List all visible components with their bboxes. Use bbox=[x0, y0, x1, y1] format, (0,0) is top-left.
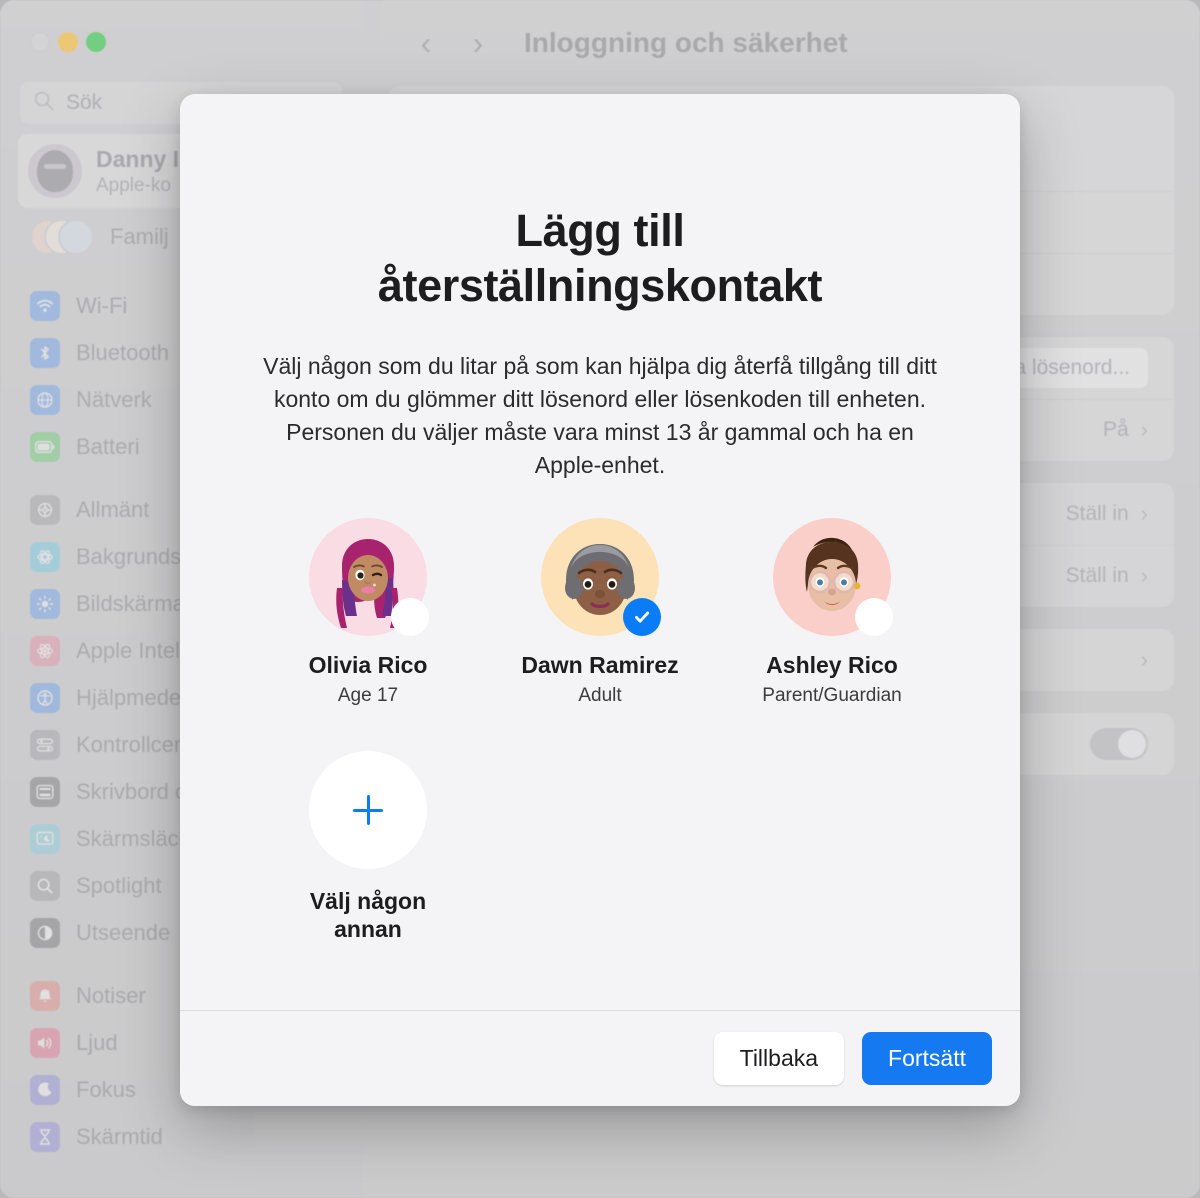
sidebar-item-label: Bildskärma bbox=[76, 590, 185, 616]
sidebar-item-label: Spotlight bbox=[76, 872, 162, 898]
dialog-body: Lägg till återställningskontakt Välj någo… bbox=[180, 94, 1020, 1010]
dialog-description: Välj någon som du litar på som kan hjälp… bbox=[263, 352, 937, 479]
avatar bbox=[28, 144, 82, 198]
recovery-contact-option[interactable]: Dawn Ramirez Adult bbox=[495, 518, 705, 707]
chevron-right-icon: › bbox=[1140, 500, 1148, 526]
family-avatars-icon bbox=[30, 217, 94, 257]
back-button[interactable]: Tillbaka bbox=[713, 1032, 845, 1085]
sidebar-item-label: Kontrollcen bbox=[76, 731, 187, 757]
moon-icon bbox=[30, 1074, 60, 1105]
zoom-window-button[interactable] bbox=[86, 32, 106, 52]
avatar bbox=[773, 518, 893, 637]
account-name: Danny I bbox=[96, 145, 180, 172]
sidebar-item-label: Familj bbox=[110, 224, 169, 249]
chevron-right-icon: › bbox=[1140, 417, 1148, 443]
sidebar-item-label: Skärmsläck bbox=[76, 825, 190, 851]
status-badge: På bbox=[1102, 418, 1129, 442]
minimize-window-button[interactable] bbox=[58, 32, 78, 52]
choose-someone-else-label: Välj någon annan bbox=[309, 888, 427, 943]
sidebar-item-label: Skärmtid bbox=[76, 1123, 163, 1149]
sidebar-item-label: Bakgrundsb bbox=[76, 543, 194, 569]
hourglass-icon bbox=[30, 1121, 60, 1152]
contact-name: Olivia Rico bbox=[308, 652, 428, 679]
recovery-contact-list: Olivia Rico Age 17 Dawn Ramirez Adult As… bbox=[252, 518, 948, 943]
accessibility-icon bbox=[30, 682, 60, 713]
wifi-icon bbox=[30, 290, 60, 321]
unselected-circle-icon[interactable] bbox=[391, 598, 429, 637]
automatic-toggle[interactable] bbox=[1090, 727, 1148, 760]
battery-icon bbox=[30, 431, 60, 462]
sidebar-item-label: Hjälpmedel bbox=[76, 684, 187, 710]
sidebar-item-label: Allmänt bbox=[76, 496, 150, 522]
search-icon bbox=[33, 90, 55, 117]
contact-role: Age 17 bbox=[337, 685, 399, 707]
screensaver-icon bbox=[30, 823, 60, 854]
sidebar-item-label: Skrivbord o bbox=[76, 778, 188, 804]
speaker-icon bbox=[30, 1027, 60, 1058]
avatar bbox=[541, 518, 661, 637]
sidebar-item-label: Wi-Fi bbox=[76, 292, 128, 318]
wallpaper-icon bbox=[30, 541, 60, 572]
plus-icon bbox=[353, 795, 383, 826]
page-title: Inloggning och säkerhet bbox=[524, 27, 848, 58]
display-icon bbox=[30, 588, 60, 619]
chevron-right-icon: › bbox=[1140, 646, 1148, 672]
globe-icon bbox=[30, 384, 60, 415]
dialog-title: Lägg till återställningskontakt bbox=[377, 205, 823, 311]
sidebar-item-label: Apple Intell bbox=[76, 637, 185, 663]
sidebar-item-label: Notiser bbox=[76, 982, 146, 1008]
account-subtitle: Apple-ko bbox=[96, 174, 171, 196]
recovery-contact-option[interactable]: Ashley Rico Parent/Guardian bbox=[727, 518, 937, 707]
sidebar-item-sk-rmtid[interactable]: Skärmtid bbox=[12, 1113, 350, 1160]
add-recovery-contact-dialog: Lägg till återställningskontakt Välj någo… bbox=[180, 94, 1020, 1106]
recovery-contact-option[interactable]: Olivia Rico Age 17 bbox=[263, 518, 473, 707]
sidebar-item-label: Batteri bbox=[76, 433, 140, 459]
contact-name: Ashley Rico bbox=[766, 652, 898, 679]
sidebar-item-label: Utseende bbox=[76, 919, 171, 945]
bluetooth-icon bbox=[30, 337, 60, 368]
chevron-right-icon: › bbox=[1140, 563, 1148, 589]
checkmark-icon[interactable] bbox=[623, 598, 661, 637]
add-contact-circle[interactable] bbox=[309, 751, 427, 870]
row-value: Ställ in bbox=[1065, 564, 1129, 588]
spotlight-icon bbox=[30, 870, 60, 901]
screen-root: Sök Danny I Apple-ko Familj Wi-Fi Bluetoo… bbox=[0, 0, 1200, 1198]
appearance-icon bbox=[30, 917, 60, 948]
close-window-button[interactable] bbox=[30, 32, 50, 52]
window-traffic-lights[interactable] bbox=[12, 0, 350, 74]
gear-icon bbox=[30, 494, 60, 525]
contact-role: Adult bbox=[578, 685, 622, 707]
row-value: Ställ in bbox=[1065, 501, 1129, 525]
bell-icon bbox=[30, 980, 60, 1011]
unselected-circle-icon[interactable] bbox=[855, 598, 893, 637]
sidebar-item-label: Ljud bbox=[76, 1029, 118, 1055]
desktop-dock-icon bbox=[30, 776, 60, 807]
sidebar-item-label: Nätverk bbox=[76, 386, 152, 412]
apple-intelligence-icon bbox=[30, 635, 60, 666]
avatar bbox=[309, 518, 429, 637]
control-center-icon bbox=[30, 729, 60, 760]
detail-header: ‹ › Inloggning och säkerhet bbox=[388, 0, 1174, 86]
sidebar-item-label: Fokus bbox=[76, 1076, 136, 1102]
sidebar-item-label: Bluetooth bbox=[76, 339, 169, 365]
choose-someone-else-option[interactable]: Välj någon annan bbox=[263, 751, 473, 943]
contact-role: Parent/Guardian bbox=[762, 685, 902, 707]
chevron-left-icon[interactable]: ‹ bbox=[404, 21, 448, 65]
continue-button[interactable]: Fortsätt bbox=[862, 1032, 992, 1085]
search-placeholder-text: Sök bbox=[66, 91, 103, 114]
contact-name: Dawn Ramirez bbox=[521, 652, 679, 679]
chevron-right-icon[interactable]: › bbox=[456, 21, 500, 65]
dialog-footer: Tillbaka Fortsätt bbox=[180, 1010, 1020, 1106]
